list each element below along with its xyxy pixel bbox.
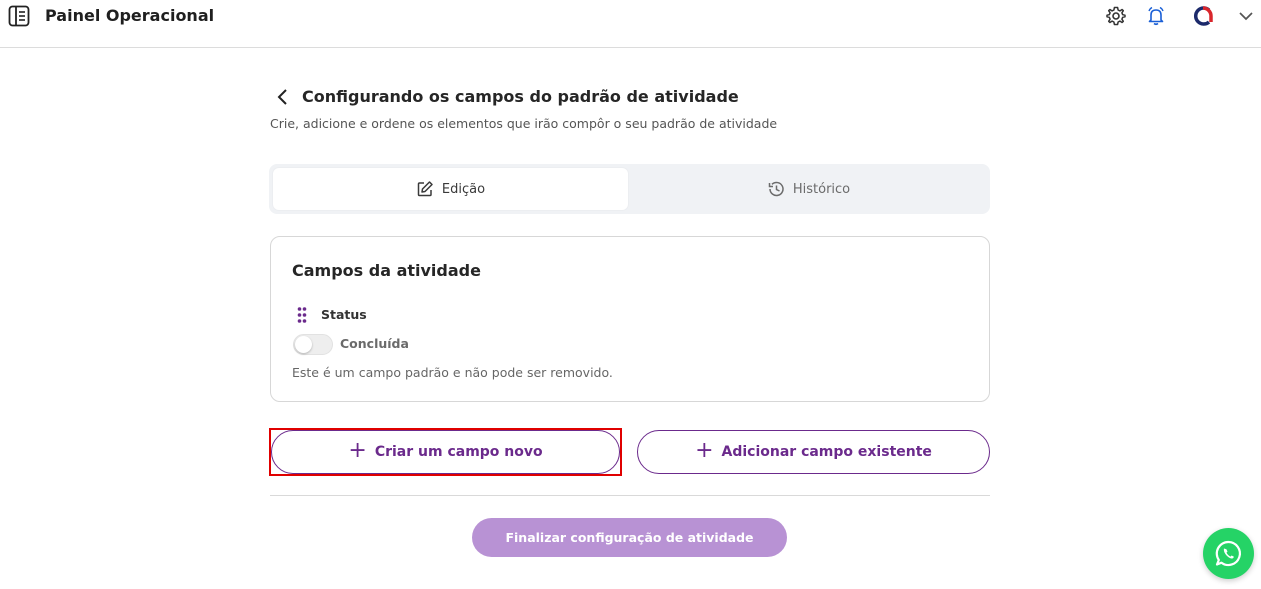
add-existing-field-button[interactable]: + Adicionar campo existente [637,430,990,474]
edit-icon [417,181,433,197]
default-field-note: Este é um campo padrão e não pode ser re… [292,365,613,380]
activity-fields-card: Campos da atividade Status Concluída Est… [270,236,990,402]
gear-icon[interactable] [1105,5,1127,27]
tab-edicao-label: Edição [441,181,486,197]
add-existing-label: Adicionar campo existente [721,444,932,460]
tab-historico-label: Histórico [792,181,851,197]
top-bar: Painel Operacional [0,0,1261,48]
tab-bar: Edição Histórico [269,164,990,214]
drag-handle-icon[interactable] [297,306,307,324]
history-clock-icon [768,181,784,197]
finish-label: Finalizar configuração de atividade [505,530,754,545]
brand-logo-icon[interactable] [1192,5,1214,27]
sidebar-book-icon[interactable] [8,5,30,27]
finish-configuration-button[interactable]: Finalizar configuração de atividade [472,518,787,557]
create-field-button[interactable]: + Criar um campo novo [271,430,620,474]
page-subtitle: Crie, adicione e ordene os elementos que… [270,116,778,131]
toggle-knob [295,336,312,353]
whatsapp-button[interactable] [1203,528,1254,579]
divider [270,495,990,496]
whatsapp-icon [1215,540,1241,567]
create-field-label: Criar um campo novo [374,444,543,460]
plus-icon: + [348,438,367,463]
field-name: Status [321,307,367,322]
back-arrow-icon[interactable] [273,86,293,108]
plus-icon: + [695,438,714,463]
chevron-down-icon[interactable] [1235,5,1257,27]
card-title: Campos da atividade [292,261,481,280]
page-title: Configurando os campos do padrão de ativ… [302,87,739,106]
tab-historico[interactable]: Histórico [631,168,986,210]
app-title: Painel Operacional [45,6,215,25]
concluida-toggle[interactable] [293,334,333,355]
toggle-label: Concluída [340,336,409,351]
tab-edicao[interactable]: Edição [273,168,628,210]
bell-icon[interactable] [1145,5,1167,27]
